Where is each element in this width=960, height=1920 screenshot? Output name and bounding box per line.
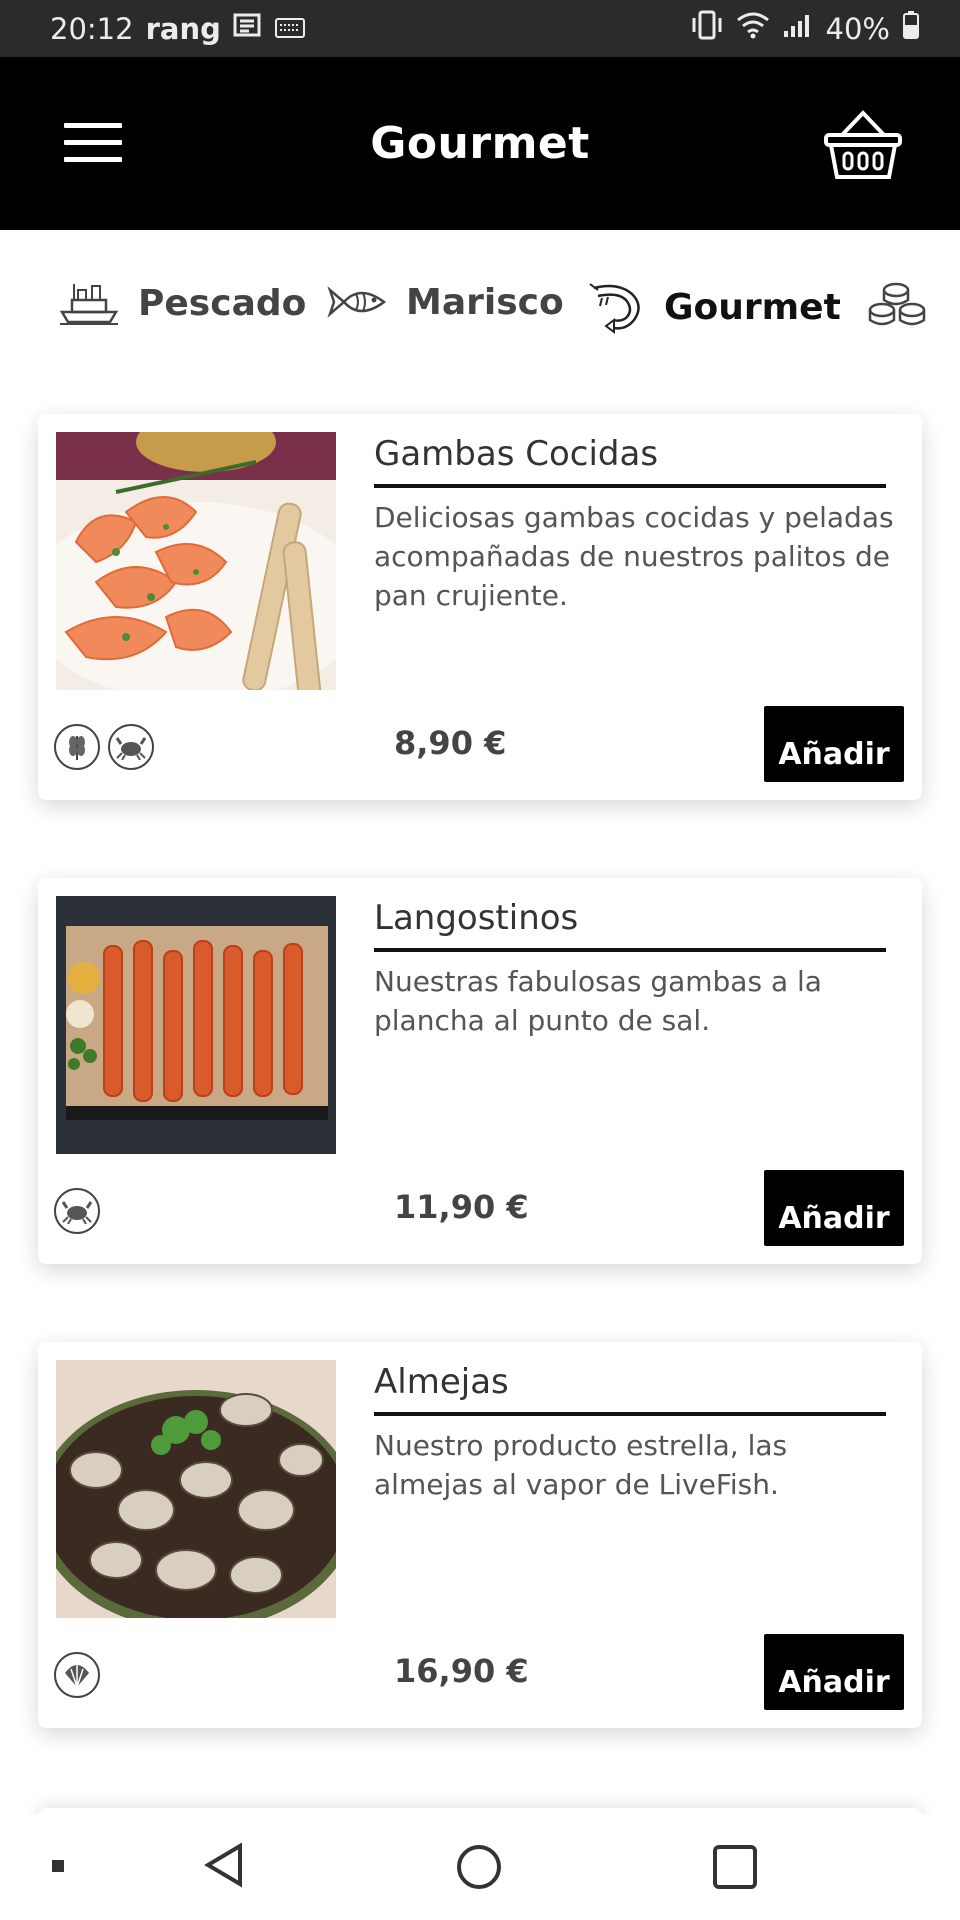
crustacean-icon xyxy=(108,724,154,770)
home-icon xyxy=(457,1845,501,1889)
status-bar: 20:12 rang 40% xyxy=(0,0,960,57)
allergen-list xyxy=(54,1652,100,1698)
dot-icon xyxy=(52,1860,64,1872)
category-tabs: Pescado Marisco Gourmet xyxy=(0,230,960,390)
battery-icon xyxy=(902,10,920,47)
battery-percent: 40% xyxy=(825,11,890,46)
nav-dot-button[interactable] xyxy=(52,1860,64,1872)
fish-icon xyxy=(327,286,387,318)
boat-icon xyxy=(59,284,119,325)
product-card: Gambas Cocidas Deliciosas gambas cocidas… xyxy=(38,414,922,800)
vibrate-icon xyxy=(690,10,724,47)
product-description: Nuestras fabulosas gambas a la plancha a… xyxy=(374,965,822,1037)
home-button[interactable] xyxy=(456,1844,502,1894)
gluten-icon xyxy=(54,724,100,770)
product-price: 8,90 € xyxy=(394,724,507,762)
tab-pescado[interactable]: Pescado xyxy=(58,280,306,326)
product-name: Langostinos xyxy=(374,898,886,952)
signal-icon xyxy=(782,11,814,46)
product-name: Almejas xyxy=(374,1362,886,1416)
app-bar: Gourmet xyxy=(0,57,960,230)
product-name: Gambas Cocidas xyxy=(374,434,886,488)
product-description: Nuestro producto estrella, las almejas a… xyxy=(374,1429,788,1501)
recents-button[interactable] xyxy=(712,1844,758,1894)
tab-label: Pescado xyxy=(138,282,307,324)
product-price: 16,90 € xyxy=(394,1652,529,1690)
status-time: 20:12 xyxy=(50,11,134,46)
keyboard-icon xyxy=(274,12,305,46)
add-to-cart-button[interactable]: Añadir xyxy=(764,1634,904,1710)
sushi-icon xyxy=(868,282,926,326)
cart-button[interactable] xyxy=(820,107,906,183)
tab-marisco[interactable]: Marisco xyxy=(326,280,564,324)
product-price: 11,90 € xyxy=(394,1188,529,1226)
product-image xyxy=(56,432,336,690)
page-title: Gourmet xyxy=(370,118,590,169)
tab-gourmet[interactable]: Gourmet xyxy=(588,280,841,334)
system-nav-bar xyxy=(0,1814,960,1920)
status-carrier: rang xyxy=(145,11,221,46)
wifi-icon xyxy=(736,11,770,46)
tab-sushi[interactable] xyxy=(866,280,944,330)
product-card: Almejas Nuestro producto estrella, las a… xyxy=(38,1342,922,1728)
add-to-cart-button[interactable]: Añadir xyxy=(764,1170,904,1246)
recents-icon xyxy=(713,1845,757,1889)
crustacean-icon xyxy=(54,1188,100,1234)
tab-label: Marisco xyxy=(406,281,564,323)
back-button[interactable] xyxy=(204,1842,244,1892)
product-card: Langostinos Nuestras fabulosas gambas a … xyxy=(38,878,922,1264)
shrimp-icon xyxy=(589,283,640,334)
mollusc-icon xyxy=(54,1652,100,1698)
allergen-list xyxy=(54,724,154,770)
back-icon xyxy=(204,1842,242,1888)
news-icon xyxy=(233,12,263,46)
add-to-cart-button[interactable]: Añadir xyxy=(764,706,904,782)
product-description: Deliciosas gambas cocidas y peladas acom… xyxy=(374,501,894,612)
tab-label: Gourmet xyxy=(664,286,841,328)
allergen-list xyxy=(54,1188,100,1234)
product-image xyxy=(56,896,336,1154)
product-image xyxy=(56,1360,336,1618)
basket-icon xyxy=(824,110,902,179)
